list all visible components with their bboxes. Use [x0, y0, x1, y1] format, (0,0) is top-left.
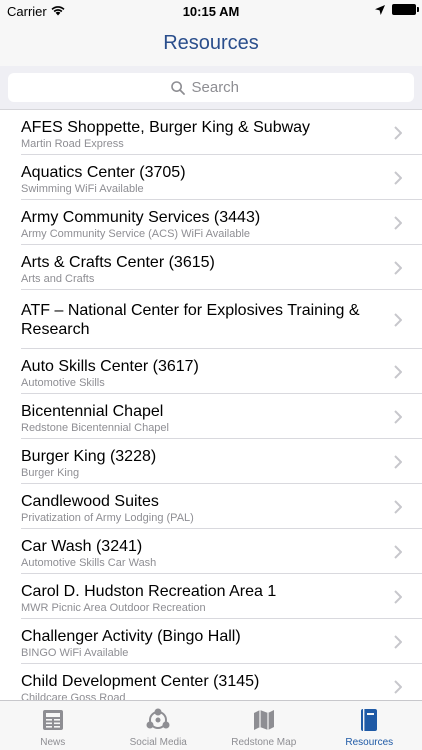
- search-field[interactable]: [8, 73, 414, 102]
- search-icon: [170, 80, 185, 95]
- list-item-subtitle: Burger King: [21, 467, 80, 479]
- list-item-subtitle: Childcare Goss Road: [21, 692, 126, 700]
- list-item[interactable]: Arts & Crafts Center (3615) Arts and Cra…: [0, 245, 422, 290]
- list-item-title: AFES Shoppette, Burger King & Subway: [21, 119, 311, 136]
- location-arrow-icon: [375, 4, 385, 15]
- list-item[interactable]: Burger King (3228) Burger King: [0, 439, 422, 484]
- battery-icon: [392, 4, 419, 15]
- chevron-right-icon: [394, 260, 402, 275]
- list-item[interactable]: Carol D. Hudston Recreation Area 1 MWR P…: [0, 574, 422, 619]
- chevron-right-icon: [394, 312, 402, 327]
- list-item[interactable]: Auto Skills Center (3617) Automotive Ski…: [0, 349, 422, 394]
- tab-label: Resources: [345, 737, 394, 748]
- tab-social-media[interactable]: Social Media: [106, 701, 212, 750]
- chevron-right-icon: [394, 170, 402, 185]
- list-item-subtitle: Automotive Skills Car Wash: [21, 557, 157, 569]
- list-item[interactable]: Child Development Center (3145) Childcar…: [0, 664, 422, 700]
- chevron-right-icon: [394, 544, 402, 559]
- book-icon: [361, 709, 378, 731]
- tab-news[interactable]: News: [0, 701, 106, 750]
- search-bar: [0, 66, 422, 110]
- list-item-title: Candlewood Suites: [21, 493, 159, 510]
- status-indicators: [375, 4, 419, 15]
- list-item-title: ATF – National Center for Explosives Tra…: [21, 302, 360, 338]
- list-item[interactable]: Aquatics Center (3705) Swimming WiFi Ava…: [0, 155, 422, 200]
- list-item-subtitle: MWR Picnic Area Outdoor Recreation: [21, 602, 206, 614]
- list-item-title: Aquatics Center (3705): [21, 164, 186, 181]
- list-item[interactable]: Car Wash (3241) Automotive Skills Car Wa…: [0, 529, 422, 574]
- list-item[interactable]: Challenger Activity (Bingo Hall) BINGO W…: [0, 619, 422, 664]
- list-item[interactable]: ATF – National Center for Explosives Tra…: [0, 290, 422, 349]
- chevron-right-icon: [394, 499, 402, 514]
- chevron-right-icon: [394, 679, 402, 694]
- tab-resources[interactable]: Resources: [317, 701, 422, 750]
- map-icon: [253, 710, 274, 730]
- newspaper-icon: [42, 710, 63, 730]
- list-item-subtitle: Redstone Bicentennial Chapel: [21, 422, 169, 434]
- tab-label: News: [40, 737, 66, 748]
- list-item-title: Burger King (3228): [21, 448, 157, 465]
- list-item-title: Arts & Crafts Center (3615): [21, 254, 215, 271]
- list-item[interactable]: Bicentennial Chapel Redstone Bicentennia…: [0, 394, 422, 439]
- list-item[interactable]: Candlewood Suites Privatization of Army …: [0, 484, 422, 529]
- list-item[interactable]: AFES Shoppette, Burger King & Subway Mar…: [0, 110, 422, 155]
- list-item-title: Child Development Center (3145): [21, 673, 260, 690]
- list-item-subtitle: Swimming WiFi Available: [21, 183, 144, 195]
- chevron-right-icon: [394, 634, 402, 649]
- list-item-title: Carol D. Hudston Recreation Area 1: [21, 583, 277, 600]
- list-item[interactable]: Army Community Services (3443) Army Comm…: [0, 200, 422, 245]
- list-item-title: Auto Skills Center (3617): [21, 358, 199, 375]
- chevron-right-icon: [394, 215, 402, 230]
- chevron-right-icon: [394, 454, 402, 469]
- chevron-right-icon: [394, 125, 402, 140]
- status-bar: Carrier 10:15 AM: [0, 0, 422, 22]
- list-item-title: Army Community Services (3443): [21, 209, 261, 226]
- navigation-bar: Resources: [0, 22, 422, 66]
- tab-label: Social Media: [129, 737, 187, 748]
- list-item-subtitle: Automotive Skills: [21, 377, 105, 389]
- list-item-title: Car Wash (3241): [21, 538, 143, 555]
- social-network-icon: [146, 708, 170, 729]
- page-title: Resources: [163, 32, 259, 54]
- list-item-subtitle: Martin Road Express: [21, 138, 124, 150]
- chevron-right-icon: [394, 364, 402, 379]
- list-item-subtitle: BINGO WiFi Available: [21, 647, 129, 659]
- tab-label: Redstone Map: [231, 737, 297, 748]
- list-item-subtitle: Privatization of Army Lodging (PAL): [21, 512, 194, 524]
- list-item-subtitle: Arts and Crafts: [21, 273, 95, 285]
- resources-list: AFES Shoppette, Burger King & Subway Mar…: [0, 110, 422, 700]
- tab-redstone-map[interactable]: Redstone Map: [211, 701, 317, 750]
- status-time: 10:15 AM: [182, 4, 240, 19]
- search-input[interactable]: [191, 79, 252, 96]
- list-item-title: Bicentennial Chapel: [21, 403, 164, 420]
- list-item-title: Challenger Activity (Bingo Hall): [21, 628, 241, 645]
- list-item-subtitle: Army Community Service (ACS) WiFi Availa…: [21, 228, 251, 240]
- chevron-right-icon: [394, 589, 402, 604]
- tab-bar: News Social Media Redstone Map Resources: [0, 700, 422, 750]
- chevron-right-icon: [394, 409, 402, 424]
